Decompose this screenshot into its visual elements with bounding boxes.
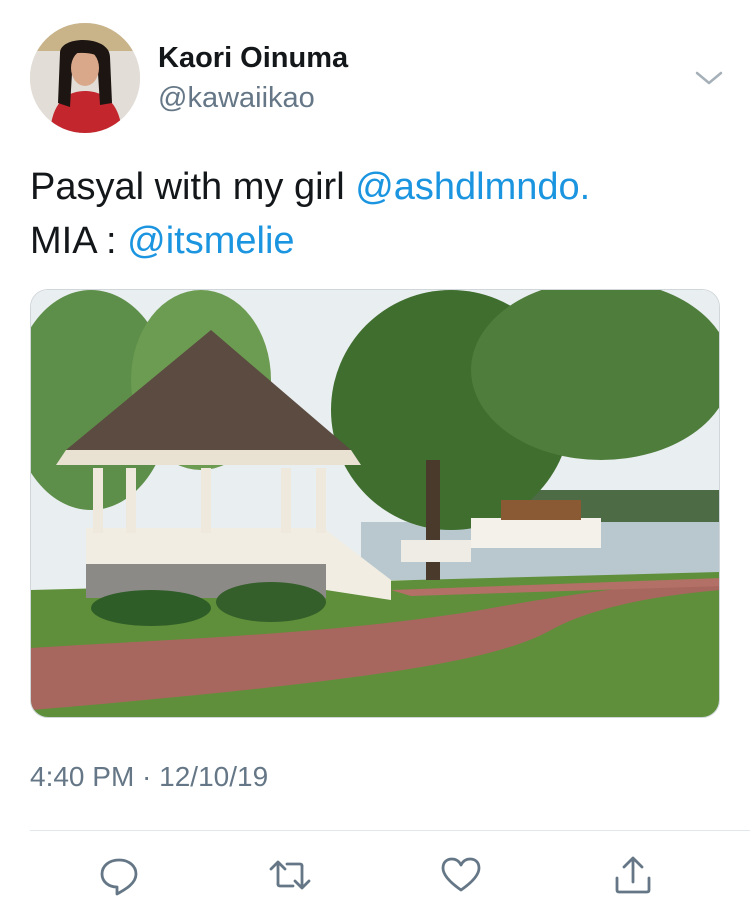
retweet-icon: [269, 860, 311, 890]
user-handle[interactable]: @kawaiikao: [158, 80, 348, 116]
divider: [30, 830, 750, 831]
mention-link[interactable]: @ashdlmndo.: [355, 166, 590, 208]
author-block: Kaori Oinuma @kawaiikao: [158, 40, 348, 116]
mention-link[interactable]: @itsmelie: [127, 220, 294, 262]
tweet-timestamp[interactable]: 4:40 PM · 12/10/19: [30, 757, 268, 797]
tweet-actions: [0, 850, 750, 900]
display-name[interactable]: Kaori Oinuma: [158, 40, 348, 76]
share-icon: [615, 856, 651, 894]
reply-icon: [100, 858, 138, 896]
tweet-text-segment: Pasyal with my girl: [30, 166, 356, 208]
share-button[interactable]: [608, 850, 658, 900]
tweet-menu-button[interactable]: [692, 66, 726, 90]
avatar[interactable]: [30, 23, 140, 133]
tweet-text-line-1: Pasyal with my girl @ashdlmndo.: [30, 160, 720, 214]
like-button[interactable]: [436, 850, 486, 900]
tweet-text-line-2: MIA : @itsmelie: [30, 214, 720, 268]
heart-icon: [441, 857, 481, 892]
reply-button[interactable]: [94, 850, 144, 900]
tweet-text: Pasyal with my girl @ashdlmndo. MIA : @i…: [30, 160, 720, 268]
tweet-photo[interactable]: [30, 289, 720, 718]
chevron-down-icon: [695, 71, 723, 85]
tweet-text-segment: MIA :: [30, 220, 128, 262]
retweet-button[interactable]: [265, 850, 315, 900]
tweet-card: Kaori Oinuma @kawaiikao Pasyal with my g…: [0, 0, 750, 921]
